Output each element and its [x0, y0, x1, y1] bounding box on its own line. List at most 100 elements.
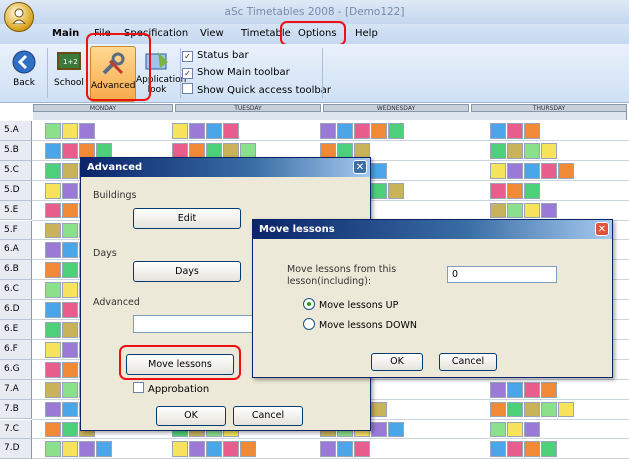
move-down-radio[interactable]: Move lessons DOWN: [303, 318, 417, 331]
lesson-cell[interactable]: [62, 322, 78, 338]
class-row-label[interactable]: 6.A: [0, 240, 32, 261]
lesson-cell[interactable]: [45, 262, 61, 279]
lesson-cell[interactable]: [45, 222, 61, 239]
lesson-cell[interactable]: [507, 162, 523, 179]
lesson-cell[interactable]: [541, 202, 557, 219]
lesson-cell[interactable]: [62, 401, 78, 418]
lesson-cell[interactable]: [507, 182, 523, 199]
approbation-checkbox[interactable]: Approbation: [133, 382, 209, 396]
menu-view[interactable]: View: [200, 28, 224, 39]
lesson-cell[interactable]: [541, 401, 557, 418]
lesson-cell[interactable]: [223, 123, 239, 139]
lesson-cell[interactable]: [62, 262, 78, 279]
lesson-cell[interactable]: [524, 123, 540, 139]
lesson-cell[interactable]: [354, 441, 370, 458]
lesson-cell[interactable]: [62, 282, 78, 299]
lesson-cell[interactable]: [45, 341, 61, 358]
menu-help[interactable]: Help: [355, 28, 378, 39]
lesson-cell[interactable]: [490, 123, 506, 139]
lesson-cell[interactable]: [45, 302, 61, 318]
lesson-cell[interactable]: [45, 441, 61, 458]
lesson-cell[interactable]: [541, 381, 557, 398]
lesson-cell[interactable]: [62, 381, 78, 398]
lesson-cell[interactable]: [524, 162, 540, 179]
class-row-label[interactable]: 6.D: [0, 300, 32, 320]
lesson-cell[interactable]: [45, 381, 61, 398]
class-row-label[interactable]: 7.B: [0, 399, 32, 420]
lesson-cell[interactable]: [320, 123, 336, 139]
lesson-cell[interactable]: [223, 441, 239, 458]
class-row-label[interactable]: 7.C: [0, 419, 32, 440]
class-row-label[interactable]: 6.F: [0, 339, 32, 360]
lesson-cell[interactable]: [490, 381, 506, 398]
lesson-cell[interactable]: [490, 142, 506, 159]
lesson-cell[interactable]: [490, 182, 506, 199]
lesson-cell[interactable]: [45, 162, 61, 179]
lesson-cell[interactable]: [62, 421, 78, 438]
lesson-cell[interactable]: [337, 441, 353, 458]
lesson-cell[interactable]: [79, 123, 95, 139]
class-row-label[interactable]: 5.D: [0, 180, 32, 201]
lesson-cell[interactable]: [62, 202, 78, 219]
lesson-cell[interactable]: [507, 123, 523, 139]
lesson-cell[interactable]: [45, 401, 61, 418]
class-row-label[interactable]: 6.B: [0, 260, 32, 281]
lesson-cell[interactable]: [524, 142, 540, 159]
lesson-cell[interactable]: [524, 441, 540, 458]
advanced-ok-button[interactable]: OK: [156, 406, 226, 426]
lesson-cell[interactable]: [524, 381, 540, 398]
class-row-label[interactable]: 6.E: [0, 320, 32, 340]
back-button[interactable]: Back: [4, 48, 44, 96]
lesson-cell[interactable]: [541, 142, 557, 159]
class-row-label[interactable]: 7.D: [0, 439, 32, 459]
lesson-cell[interactable]: [558, 162, 574, 179]
lesson-cell[interactable]: [388, 421, 404, 438]
lesson-cell[interactable]: [45, 322, 61, 338]
school-button[interactable]: 1+2 School: [52, 48, 86, 96]
close-icon[interactable]: ✕: [595, 222, 609, 236]
lesson-cell[interactable]: [45, 123, 61, 139]
lesson-cell[interactable]: [490, 202, 506, 219]
lesson-cell[interactable]: [507, 381, 523, 398]
lesson-cell[interactable]: [62, 341, 78, 358]
lesson-cell[interactable]: [507, 441, 523, 458]
lesson-cell[interactable]: [507, 421, 523, 438]
lesson-cell[interactable]: [490, 421, 506, 438]
lesson-cell[interactable]: [524, 202, 540, 219]
lesson-cell[interactable]: [62, 242, 78, 259]
class-row-label[interactable]: 6.G: [0, 359, 32, 380]
lesson-cell[interactable]: [62, 182, 78, 199]
lesson-cell[interactable]: [45, 421, 61, 438]
show-quick-access-checkbox[interactable]: Show Quick access toolbar: [182, 83, 331, 97]
class-row-label[interactable]: 5.F: [0, 220, 32, 241]
lesson-cell[interactable]: [62, 123, 78, 139]
class-row-label[interactable]: 6.C: [0, 280, 32, 301]
advanced-cancel-button[interactable]: Cancel: [233, 406, 303, 426]
close-icon[interactable]: ✕: [353, 160, 367, 174]
menu-main[interactable]: Main: [52, 28, 79, 39]
lesson-cell[interactable]: [206, 441, 222, 458]
lesson-cell[interactable]: [371, 162, 387, 179]
lesson-cell[interactable]: [45, 361, 61, 378]
edit-buildings-button[interactable]: Edit: [133, 208, 241, 229]
lesson-cell[interactable]: [189, 441, 205, 458]
lesson-cell[interactable]: [206, 123, 222, 139]
lesson-cell[interactable]: [62, 441, 78, 458]
lesson-cell[interactable]: [62, 142, 78, 159]
lesson-cell[interactable]: [172, 441, 188, 458]
lesson-cell[interactable]: [354, 123, 370, 139]
lesson-cell[interactable]: [490, 162, 506, 179]
lesson-cell[interactable]: [96, 441, 112, 458]
lesson-cell[interactable]: [62, 302, 78, 318]
lesson-cell[interactable]: [371, 401, 387, 418]
lesson-cell[interactable]: [507, 202, 523, 219]
advanced-text-field[interactable]: [133, 315, 253, 333]
lesson-cell[interactable]: [172, 123, 188, 139]
lesson-cell[interactable]: [371, 182, 387, 199]
class-row-label[interactable]: 5.A: [0, 121, 32, 141]
lesson-cell[interactable]: [62, 222, 78, 239]
lesson-cell[interactable]: [45, 282, 61, 299]
lesson-cell[interactable]: [541, 162, 557, 179]
lesson-cell[interactable]: [490, 401, 506, 418]
lesson-cell[interactable]: [490, 441, 506, 458]
